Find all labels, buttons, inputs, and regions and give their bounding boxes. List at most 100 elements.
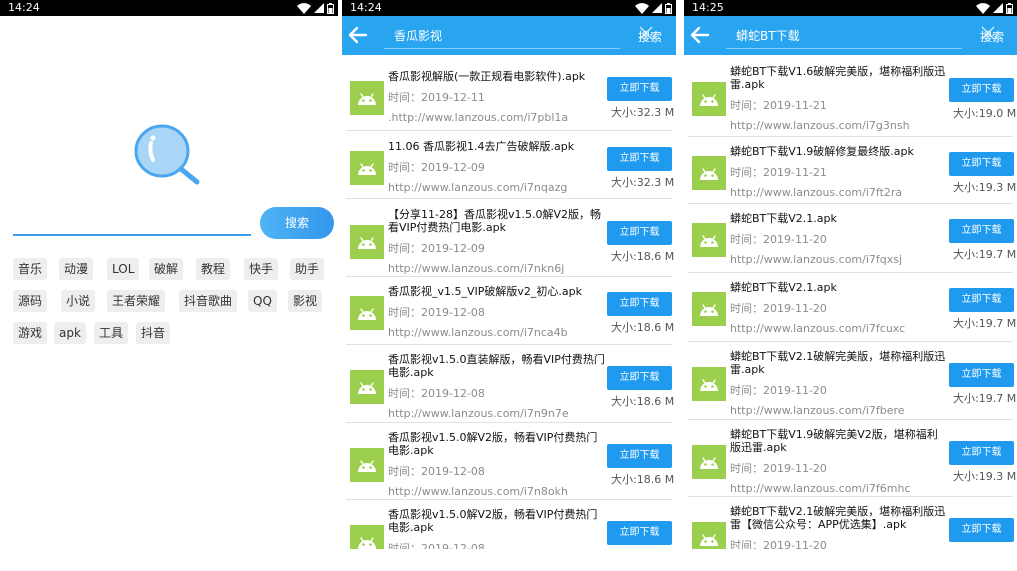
tag-chip[interactable]: 抖音 — [136, 322, 171, 344]
list-item[interactable]: 【分享11-28】香瓜影视v1.5.0解V2版，畅看VIP付费热门电影.apk 时… — [342, 199, 676, 277]
tag-chip[interactable]: 快手 — [244, 258, 279, 280]
result-link[interactable]: http://www.lanzous.com/i7n8okh — [388, 485, 568, 498]
search-input[interactable] — [394, 26, 594, 44]
download-button[interactable]: 立即下载 — [949, 288, 1014, 312]
search-input[interactable] — [13, 210, 251, 236]
file-size: 大小:18.6 M — [611, 250, 675, 263]
result-title[interactable]: 蟒蛇BT下载V2.1.apk — [730, 281, 948, 294]
download-button[interactable]: 立即下载 — [949, 152, 1014, 176]
tag-chip[interactable]: QQ — [248, 290, 277, 312]
tag-chip[interactable]: 破解 — [149, 258, 184, 280]
result-title[interactable]: 香瓜影视v1.5.0解V2版，畅看VIP付费热门电影.apk — [388, 508, 606, 534]
apk-file-icon — [692, 292, 726, 326]
result-link[interactable]: http://www.lanzous.com/i7f6mhc — [730, 482, 911, 495]
download-button[interactable]: 立即下载 — [607, 147, 672, 171]
download-button[interactable]: 立即下载 — [949, 219, 1014, 243]
list-item[interactable]: 蟒蛇BT下载V1.6破解完美版，堪称福利版迅雷.apk 时间：2019-11-21… — [684, 55, 1017, 137]
tag-chip[interactable]: apk — [54, 322, 86, 344]
result-time: 时间：2019-12-09 — [388, 161, 485, 174]
android-icon — [700, 379, 718, 391]
file-size: 大小:19.7 M — [953, 392, 1017, 405]
list-item[interactable]: 香瓜影视v1.5.0解V2版，畅看VIP付费热门电影.apk 时间：2019-12… — [342, 500, 676, 549]
result-link[interactable]: .http://www.lanzous.com/i7pbl1a — [388, 111, 568, 124]
result-link[interactable]: http://www.lanzous.com/i7fcuxc — [730, 322, 905, 335]
download-button[interactable]: 立即下载 — [607, 366, 672, 390]
file-size: 大小:19.0 M — [953, 107, 1017, 120]
result-title[interactable]: 蟒蛇BT下载V1.9破解修复最终版.apk — [730, 145, 948, 158]
result-link[interactable]: http://www.lanzous.com/i7g3nsh — [730, 119, 910, 132]
list-item[interactable]: 蟒蛇BT下载V2.1.apk 时间：2019-11-20 http://www.la… — [684, 204, 1017, 273]
result-title[interactable]: 香瓜影视v1.5.0解V2版，畅看VIP付费热门电影.apk — [388, 431, 606, 457]
download-button[interactable]: 立即下载 — [607, 77, 672, 101]
status-bar: 14:24 — [0, 0, 338, 16]
result-link[interactable]: http://www.lanzous.com/i7nkn6j — [388, 262, 564, 275]
tag-chip[interactable]: 动漫 — [59, 258, 94, 280]
tag-chip[interactable]: 助手 — [290, 258, 325, 280]
result-title[interactable]: 蟒蛇BT下载V1.9破解完美V2版，堪称福利版迅雷.apk — [730, 428, 948, 454]
result-title[interactable]: 香瓜影视解版(一款正规看电影软件).apk — [388, 70, 606, 83]
result-link[interactable]: http://www.lanzous.com/i7nca4b — [388, 326, 568, 339]
download-button[interactable]: 立即下载 — [949, 518, 1014, 542]
status-bar: 14:25 — [684, 0, 1017, 16]
list-item[interactable]: 11.06 香瓜影视1.4去广告破解版.apk 时间：2019-12-09 http… — [342, 131, 676, 199]
tag-chip[interactable]: 教程 — [196, 258, 231, 280]
android-icon — [700, 534, 718, 546]
file-size: 大小:32.3 M — [611, 176, 675, 189]
android-icon — [358, 537, 376, 549]
search-header: 搜索 — [684, 16, 1017, 55]
tag-chip[interactable]: 工具 — [94, 322, 129, 344]
tag-chip[interactable]: 小说 — [61, 290, 96, 312]
result-title[interactable]: 蟒蛇BT下载V2.1.apk — [730, 212, 948, 225]
list-item[interactable]: 蟒蛇BT下载V2.1.apk 时间：2019-11-20 http://www.la… — [684, 273, 1017, 342]
tag-chip[interactable]: 抖音歌曲 — [179, 290, 238, 312]
download-button[interactable]: 立即下载 — [607, 292, 672, 316]
list-item[interactable]: 香瓜影视v1.5.0直装解版，畅看VIP付费热门电影.apk 时间：2019-12… — [342, 345, 676, 423]
download-button[interactable]: 立即下载 — [949, 78, 1014, 102]
list-item[interactable]: 香瓜影视_v1.5_VIP破解版v2_初心.apk 时间：2019-12-08 ht… — [342, 277, 676, 345]
result-title[interactable]: 蟒蛇BT下载V1.6破解完美版，堪称福利版迅雷.apk — [730, 65, 948, 91]
apk-file-icon — [350, 296, 384, 330]
list-item[interactable]: 蟒蛇BT下载V2.1破解完美版，堪称福利版迅雷【微信公众号：APP优选集】.ap… — [684, 497, 1017, 549]
list-item[interactable]: 香瓜影视解版(一款正规看电影软件).apk 时间：2019-12-11 .http:… — [342, 55, 676, 131]
result-time: 时间：2019-11-21 — [730, 99, 827, 112]
list-item[interactable]: 香瓜影视v1.5.0解V2版，畅看VIP付费热门电影.apk 时间：2019-12… — [342, 423, 676, 500]
download-button[interactable]: 立即下载 — [607, 521, 672, 545]
download-button[interactable]: 立即下载 — [607, 444, 672, 468]
result-title[interactable]: 11.06 香瓜影视1.4去广告破解版.apk — [388, 140, 606, 153]
search-button[interactable]: 搜索 — [638, 28, 662, 45]
result-time: 时间：2019-11-21 — [730, 166, 827, 179]
result-link[interactable]: http://www.lanzous.com/i7ft2ra — [730, 186, 902, 199]
download-button[interactable]: 立即下载 — [949, 441, 1014, 465]
search-button[interactable]: 搜索 — [260, 207, 334, 239]
search-button[interactable]: 搜索 — [980, 28, 1004, 45]
result-link[interactable]: http://www.lanzous.com/i7nqazg — [388, 181, 567, 194]
search-input[interactable] — [736, 26, 936, 44]
tag-chip[interactable]: 源码 — [13, 290, 48, 312]
result-title[interactable]: 蟒蛇BT下载V2.1破解完美版，堪称福利版迅雷.apk — [730, 350, 948, 376]
result-title[interactable]: 蟒蛇BT下载V2.1破解完美版，堪称福利版迅雷【微信公众号：APP优选集】.ap… — [730, 505, 948, 531]
list-item[interactable]: 蟒蛇BT下载V2.1破解完美版，堪称福利版迅雷.apk 时间：2019-11-20… — [684, 342, 1017, 420]
back-arrow-icon[interactable] — [690, 26, 710, 44]
wifi-icon — [635, 2, 649, 14]
result-link[interactable]: http://www.lanzous.com/i7fqxsj — [730, 253, 902, 266]
status-bar: 14:24 — [342, 0, 676, 16]
signal-icon — [652, 3, 662, 13]
signal-icon — [993, 3, 1003, 13]
back-arrow-icon[interactable] — [348, 26, 368, 44]
tag-chip[interactable]: 游戏 — [13, 322, 48, 344]
list-item[interactable]: 蟒蛇BT下载V1.9破解修复最终版.apk 时间：2019-11-21 http:/… — [684, 137, 1017, 204]
result-title[interactable]: 【分享11-28】香瓜影视v1.5.0解V2版，畅看VIP付费热门电影.apk — [388, 208, 606, 234]
download-button[interactable]: 立即下载 — [949, 363, 1014, 387]
apk-file-icon — [692, 522, 726, 549]
tag-chip[interactable]: 影视 — [288, 290, 323, 312]
tag-chip[interactable]: 音乐 — [13, 258, 48, 280]
result-time: 时间：2019-11-20 — [730, 462, 827, 475]
download-button[interactable]: 立即下载 — [607, 221, 672, 245]
tag-chip[interactable]: 王者荣耀 — [107, 290, 166, 312]
result-link[interactable]: http://www.lanzous.com/i7fbere — [730, 404, 905, 417]
result-title[interactable]: 香瓜影视v1.5.0直装解版，畅看VIP付费热门电影.apk — [388, 353, 606, 379]
result-link[interactable]: http://www.lanzous.com/i7n9n7e — [388, 407, 569, 420]
tag-chip[interactable]: LOL — [107, 258, 140, 280]
list-item[interactable]: 蟒蛇BT下载V1.9破解完美V2版，堪称福利版迅雷.apk 时间：2019-11-… — [684, 420, 1017, 497]
result-title[interactable]: 香瓜影视_v1.5_VIP破解版v2_初心.apk — [388, 285, 606, 298]
